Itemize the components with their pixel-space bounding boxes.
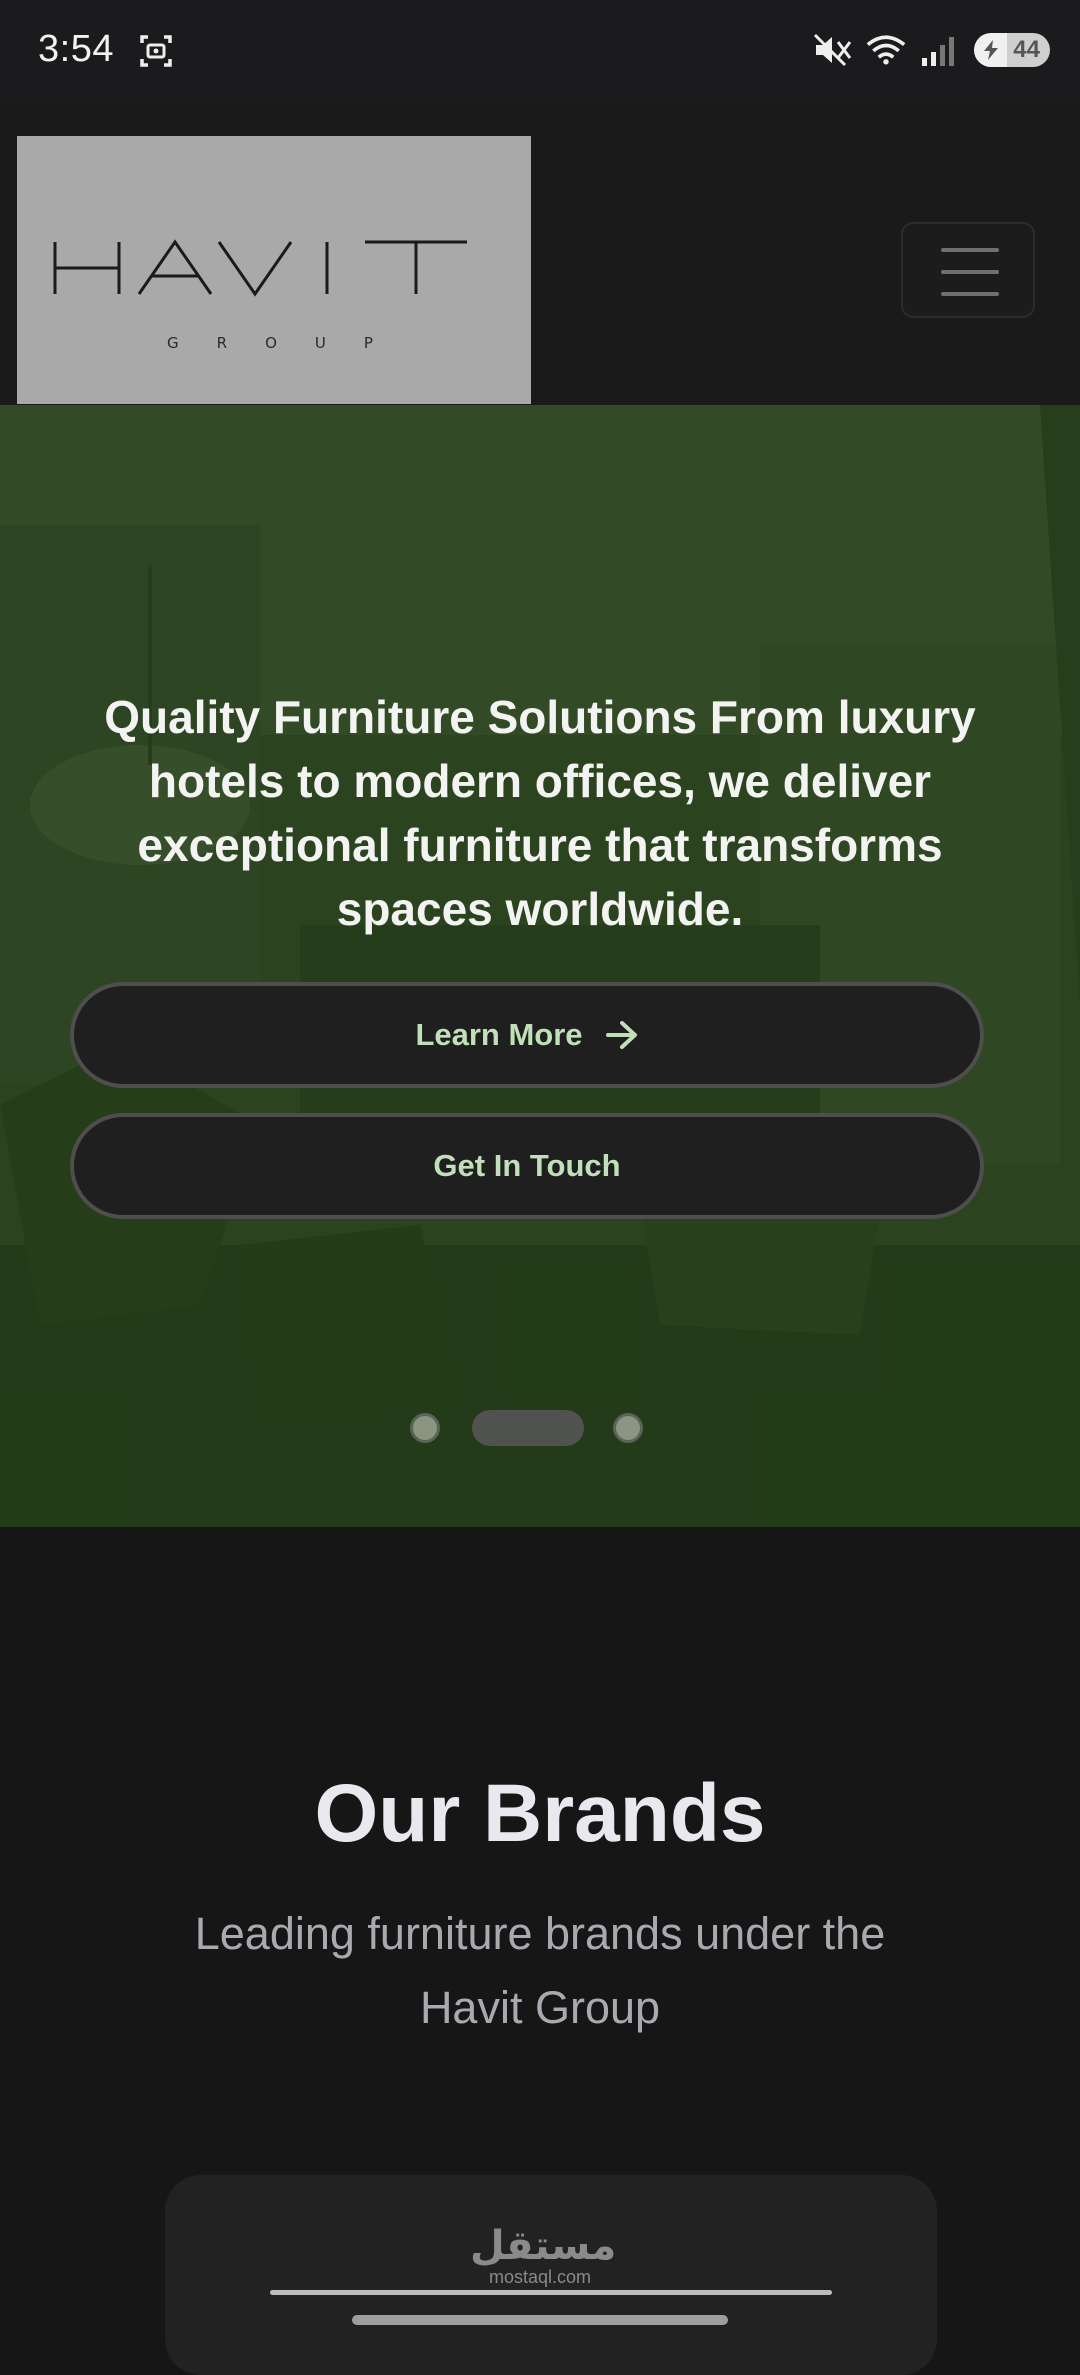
learn-more-label: Learn More bbox=[415, 1017, 583, 1052]
hero-overlay bbox=[0, 405, 1080, 1527]
logo-subtext: GROUP bbox=[167, 334, 411, 352]
carousel-dot-1[interactable] bbox=[410, 1413, 440, 1443]
get-in-touch-button[interactable]: Get In Touch bbox=[70, 1113, 984, 1219]
scroll-indicator bbox=[270, 2290, 832, 2295]
get-in-touch-label: Get In Touch bbox=[433, 1148, 621, 1183]
mute-icon bbox=[813, 33, 852, 67]
battery-icon: 44 bbox=[974, 33, 1050, 67]
carousel-indicators bbox=[0, 1408, 1080, 1448]
home-indicator[interactable] bbox=[352, 2315, 728, 2325]
carousel-dot-2[interactable] bbox=[472, 1410, 584, 1446]
status-bar: 3:54 44 bbox=[0, 0, 1080, 100]
brands-title: Our Brands bbox=[314, 1768, 766, 1859]
hero-title: Quality Furniture Solutions From luxury … bbox=[104, 691, 976, 935]
brands-subtitle: Leading furniture brands under the Havit… bbox=[194, 1908, 886, 2033]
hero-carousel: Quality Furniture Solutions From luxury … bbox=[0, 405, 1080, 1527]
havit-logo[interactable]: GROUP bbox=[17, 136, 531, 404]
screen-record-icon bbox=[140, 35, 172, 67]
battery-level: 44 bbox=[1013, 36, 1040, 63]
navbar: GROUP bbox=[0, 100, 1080, 405]
wifi-icon bbox=[866, 35, 906, 65]
hamburger-menu-button[interactable] bbox=[901, 222, 1035, 318]
signal-icon bbox=[922, 37, 954, 66]
carousel-dot-3[interactable] bbox=[613, 1413, 643, 1443]
arrow-right-icon bbox=[605, 1021, 637, 1049]
watermark-latin: mostaql.com bbox=[488, 2267, 592, 2287]
learn-more-button[interactable]: Learn More bbox=[70, 982, 984, 1088]
status-time: 3:54 bbox=[38, 28, 114, 70]
havit-logo-wordmark bbox=[53, 239, 467, 297]
mostaql-watermark: مستقل mostaql.com bbox=[470, 2223, 617, 2288]
brands-section: Our Brands Leading furniture brands unde… bbox=[0, 1527, 1080, 2375]
watermark-arabic: مستقل bbox=[470, 2223, 617, 2269]
